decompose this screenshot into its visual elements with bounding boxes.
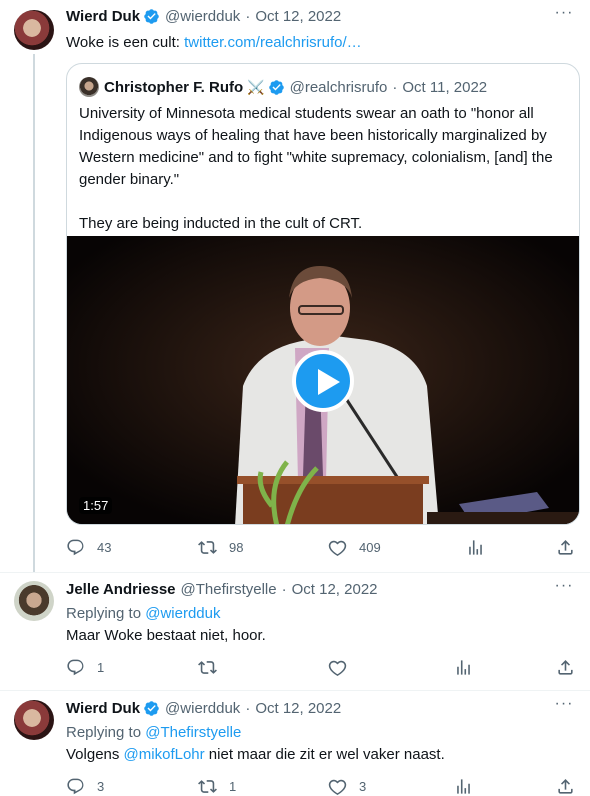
like-count: 3	[359, 779, 367, 794]
author-name[interactable]: Wierd Duk	[66, 700, 140, 717]
analytics-icon	[469, 540, 482, 555]
share-icon	[558, 660, 573, 675]
tweet-actions: 1	[66, 658, 576, 678]
tweet-text-content: Woke is een cult:	[66, 34, 185, 51]
replying-to: Replying to @Thefirstyelle	[66, 723, 241, 743]
replying-to-label: Replying to	[66, 724, 146, 741]
tweet-wierdduk-2[interactable]: Wierd Duk @wierdduk · Oct 12, 2022 ··· R…	[0, 690, 590, 796]
like-button[interactable]: 409	[328, 538, 381, 557]
author-name[interactable]: Jelle Andriesse	[66, 581, 176, 598]
reply-icon	[67, 778, 84, 795]
timestamp[interactable]: Oct 12, 2022	[292, 581, 378, 598]
author-handle[interactable]: @wierdduk	[165, 8, 240, 25]
share-button[interactable]	[556, 658, 587, 677]
tweet-header: Wierd Duk @wierdduk · Oct 12, 2022	[66, 700, 341, 717]
tweet-thefirstyelle[interactable]: Jelle Andriesse @Thefirstyelle · Oct 12,…	[0, 572, 590, 690]
avatar[interactable]	[14, 700, 54, 740]
reply-button[interactable]: 43	[66, 538, 111, 557]
retweet-icon	[198, 661, 217, 674]
retweet-button[interactable]	[198, 658, 229, 677]
avatar[interactable]	[14, 10, 54, 50]
separator: ·	[392, 78, 398, 96]
reply-count: 43	[97, 540, 112, 555]
retweet-icon	[198, 780, 217, 793]
mention-link[interactable]: @mikofLohr	[124, 746, 205, 763]
tweet-actions: 3 1 3	[66, 777, 576, 796]
thread-line	[33, 54, 35, 572]
replying-to-label: Replying to	[66, 605, 146, 622]
tweet-actions: 43 98 409	[66, 538, 576, 558]
quoted-tweet[interactable]: Christopher F. Rufo ⚔️ @realchrisrufo · …	[66, 63, 580, 525]
quoted-timestamp: Oct 11, 2022	[402, 78, 488, 96]
tweet-text: Maar Woke bestaat niet, hoor.	[66, 627, 266, 644]
analytics-icon	[457, 779, 470, 794]
heart-icon	[328, 779, 347, 795]
quoted-author-handle: @realchrisrufo	[289, 78, 388, 96]
analytics-icon	[457, 660, 470, 675]
author-handle[interactable]: @wierdduk	[165, 700, 240, 717]
more-options-icon[interactable]: ···	[554, 5, 574, 26]
quoted-tweet-header: Christopher F. Rufo ⚔️ @realchrisrufo · …	[79, 77, 487, 97]
reply-button[interactable]: 1	[66, 658, 104, 677]
tweet-text-pre: Volgens	[66, 746, 124, 763]
retweet-button[interactable]: 1	[198, 777, 236, 796]
views-button[interactable]	[454, 777, 485, 796]
share-icon	[558, 540, 573, 555]
like-button[interactable]: 3	[328, 777, 366, 796]
like-button[interactable]	[328, 658, 359, 677]
replying-to: Replying to @wierdduk	[66, 604, 220, 624]
reply-button[interactable]: 3	[66, 777, 104, 796]
share-button[interactable]	[556, 538, 587, 557]
tweet-header: Jelle Andriesse @Thefirstyelle · Oct 12,…	[66, 581, 378, 598]
play-button[interactable]	[292, 350, 354, 412]
quoted-avatar[interactable]	[79, 77, 99, 97]
share-button[interactable]	[556, 777, 587, 796]
replying-to-handle[interactable]: @Thefirstyelle	[145, 724, 241, 741]
heart-icon	[328, 660, 347, 676]
verified-badge-icon	[144, 701, 159, 716]
share-icon	[558, 779, 573, 794]
replying-to-handle[interactable]: @wierdduk	[145, 605, 220, 622]
retweet-count: 1	[229, 779, 237, 794]
tweet-text: Volgens @mikofLohr niet maar die zit er …	[66, 745, 445, 765]
tweet-text-post: niet maar die zit er wel vaker naast.	[204, 746, 445, 763]
timestamp[interactable]: Oct 12, 2022	[255, 8, 341, 25]
author-handle[interactable]: @Thefirstyelle	[181, 581, 277, 598]
retweet-icon	[198, 541, 217, 554]
more-options-icon[interactable]: ···	[554, 696, 574, 717]
views-button[interactable]	[454, 658, 485, 677]
avatar[interactable]	[14, 581, 54, 621]
separator: ·	[281, 581, 287, 598]
crossed-swords-icon: ⚔️	[247, 78, 265, 95]
reply-count: 1	[97, 660, 105, 675]
separator: ·	[245, 8, 251, 25]
heart-icon	[328, 540, 347, 556]
verified-badge-icon	[268, 79, 284, 95]
reply-icon	[67, 659, 84, 676]
tweet-wierdduk-1[interactable]: Wierd Duk @wierdduk · Oct 12, 2022 ··· W…	[0, 0, 590, 572]
video-player[interactable]: 1:57	[67, 236, 579, 524]
views-button[interactable]	[466, 538, 497, 557]
separator: ·	[245, 700, 251, 717]
timestamp[interactable]: Oct 12, 2022	[255, 700, 341, 717]
retweet-button[interactable]: 98	[198, 538, 243, 557]
verified-badge-icon	[144, 9, 159, 24]
reply-icon	[67, 539, 84, 556]
retweet-count: 98	[229, 540, 244, 555]
quoted-author-name[interactable]: Christopher F. Rufo	[104, 79, 243, 96]
author-name[interactable]: Wierd Duk	[66, 8, 140, 25]
quoted-tweet-text: University of Minnesota medical students…	[79, 105, 553, 232]
reply-count: 3	[97, 779, 105, 794]
tweet-header: Wierd Duk @wierdduk · Oct 12, 2022	[66, 8, 341, 25]
like-count: 409	[359, 540, 381, 555]
quoted-link[interactable]: twitter.com/realchrisrufo/…	[184, 34, 362, 51]
more-options-icon[interactable]: ···	[554, 578, 574, 599]
tweet-text: Woke is een cult: twitter.com/realchrisr…	[66, 33, 362, 53]
video-duration: 1:57	[79, 497, 113, 514]
